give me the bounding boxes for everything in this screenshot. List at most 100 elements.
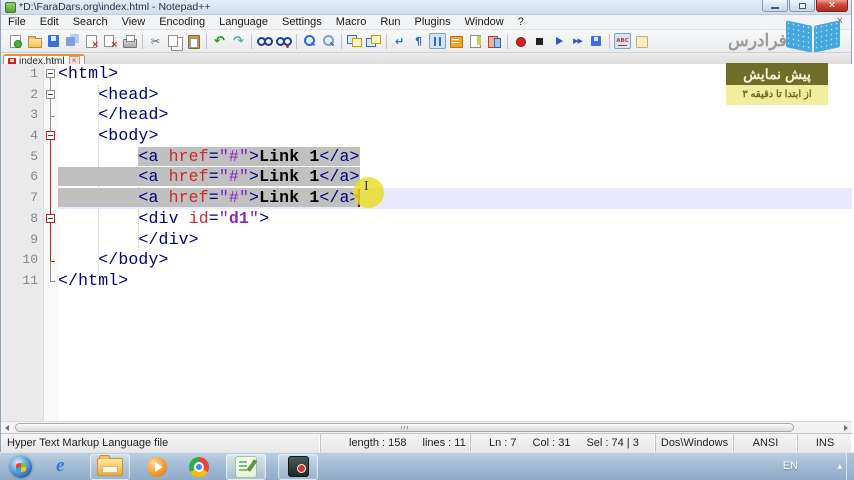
internet-explorer-icon[interactable] [48, 455, 78, 479]
menu-language[interactable]: Language [212, 15, 275, 29]
menu-help[interactable]: ? [511, 15, 531, 29]
doc-map-icon[interactable] [467, 33, 484, 49]
sync-vertical-icon[interactable] [346, 33, 363, 49]
notepad-plus-plus-taskbar-icon[interactable] [226, 453, 266, 480]
function-list-icon[interactable] [448, 33, 465, 49]
document-panel-icon[interactable] [633, 33, 650, 49]
status-eol-format: Dos\Windows [656, 434, 734, 452]
status-length-lines: length : 158 lines : 11 [321, 434, 471, 452]
code-line: 9 </div> [1, 229, 852, 251]
macro-play-icon[interactable] [550, 33, 567, 49]
code-text[interactable]: <body> [58, 126, 852, 147]
start-button[interactable] [6, 455, 36, 479]
redo-icon[interactable]: ↷ [230, 33, 247, 49]
undo-icon[interactable]: ↶ [211, 33, 228, 49]
line-number: 1 [30, 66, 38, 81]
line-number: 10 [22, 252, 38, 268]
menu-window[interactable]: Window [458, 15, 511, 29]
code-area[interactable]: 1 <html> 2 <head> 3 </head> 4 <body> 5 <a hre… [1, 64, 852, 292]
code-text[interactable]: <a href="#">Link 1</a> [58, 188, 852, 209]
preview-badge-subtitle: از ابتدا تا دقیقه ۳ [726, 85, 828, 105]
minimize-button[interactable] [762, 0, 788, 12]
zoom-out-icon[interactable] [320, 33, 337, 49]
code-text[interactable]: </body> [58, 250, 852, 271]
menu-view[interactable]: View [115, 15, 153, 29]
screen-recorder-icon[interactable] [278, 453, 318, 480]
print-icon[interactable] [121, 33, 138, 49]
maximize-button[interactable] [789, 0, 815, 12]
menu-settings[interactable]: Settings [275, 15, 329, 29]
maximize-icon [798, 2, 806, 9]
doc-switcher-icon[interactable] [486, 33, 503, 49]
notepad-plus-plus-app-icon [5, 2, 16, 13]
scrollbar-track[interactable] [14, 422, 839, 433]
code-text[interactable]: </head> [58, 105, 852, 126]
code-text[interactable]: <a href="#">Link 1</a> [58, 146, 852, 168]
code-text[interactable]: <a href="#">Link 1</a> [58, 167, 852, 188]
copy-icon[interactable] [166, 33, 183, 49]
menu-file[interactable]: File [1, 15, 33, 29]
window-title: *D:\FaraDars.org\index.html - Notepad++ [19, 1, 211, 13]
tray-expand-icon[interactable]: ▲ [837, 463, 842, 470]
code-text[interactable]: </html> [58, 271, 852, 292]
close-file-icon[interactable] [83, 33, 100, 50]
menu-encoding[interactable]: Encoding [152, 15, 212, 29]
status-selection: Sel : 74 | 3 [586, 437, 639, 449]
title-bar[interactable]: *D:\FaraDars.org\index.html - Notepad++ … [1, 0, 851, 15]
cut-icon[interactable]: ✂ [147, 33, 164, 49]
code-text[interactable]: <div id="d1"> [58, 209, 852, 230]
taskbar-items [0, 453, 854, 480]
macro-stop-icon[interactable] [531, 33, 548, 49]
close-all-icon[interactable] [102, 33, 119, 50]
macro-record-icon[interactable] [512, 33, 529, 49]
status-bar: Hyper Text Markup Language file length :… [1, 433, 852, 452]
status-encoding: ANSI [734, 434, 798, 452]
toolbar-separator [609, 33, 610, 49]
macro-save-icon[interactable] [588, 33, 605, 49]
start-button-glyph [10, 455, 32, 478]
show-all-characters-icon[interactable]: ¶ [410, 33, 427, 49]
menu-plugins[interactable]: Plugins [408, 15, 458, 29]
find-icon[interactable] [256, 33, 273, 49]
open-file-icon[interactable] [26, 33, 43, 49]
spell-check-icon[interactable]: ABC [614, 33, 631, 49]
zoom-in-icon[interactable] [301, 33, 318, 49]
word-wrap-icon[interactable]: ↵ [391, 33, 408, 49]
language-indicator[interactable]: EN [783, 460, 798, 472]
code-text[interactable]: </div> [58, 230, 852, 251]
fold-margin-cell[interactable] [43, 84, 58, 106]
fold-margin-cell[interactable] [43, 208, 58, 230]
editor[interactable]: 1 <html> 2 <head> 3 </head> 4 <body> 5 <a hre… [1, 64, 852, 421]
scroll-left-arrow[interactable] [1, 422, 14, 433]
horizontal-scrollbar[interactable] [1, 421, 852, 433]
new-file-icon[interactable] [7, 33, 24, 49]
save-icon[interactable] [45, 33, 62, 49]
fold-margin-cell[interactable] [43, 126, 58, 147]
paste-icon[interactable] [185, 33, 202, 49]
windows-explorer-icon[interactable] [90, 453, 130, 480]
show-desktop-button[interactable] [846, 453, 854, 480]
fold-mark [50, 270, 51, 282]
menu-macro[interactable]: Macro [329, 15, 374, 29]
scrollbar-thumb[interactable] [15, 423, 794, 432]
indent-guide-icon[interactable] [429, 33, 446, 49]
replace-icon[interactable] [275, 33, 292, 49]
menu-run[interactable]: Run [373, 15, 407, 29]
chrome-icon[interactable] [184, 455, 214, 479]
fold-mark [50, 281, 55, 283]
fold-margin-cell[interactable] [43, 64, 58, 85]
scroll-right-arrow[interactable] [839, 422, 852, 433]
media-player-icon[interactable] [142, 455, 172, 479]
save-all-icon[interactable] [64, 33, 81, 49]
code-line: 5 <a href="#">Link 1</a> [1, 146, 852, 168]
code-line: 3 </head> [1, 105, 852, 127]
close-button[interactable]: × [816, 0, 848, 12]
fold-mark [50, 229, 51, 251]
menu-edit[interactable]: Edit [33, 15, 66, 29]
window-controls: × [761, 0, 848, 12]
fold-mark [46, 69, 55, 79]
menu-search[interactable]: Search [66, 15, 115, 29]
macro-run-multiple-icon[interactable]: ▶▶ [569, 33, 586, 49]
code-line: 7 <a href="#">Link 1</a> [1, 188, 852, 209]
sync-horizontal-icon[interactable] [365, 33, 382, 49]
